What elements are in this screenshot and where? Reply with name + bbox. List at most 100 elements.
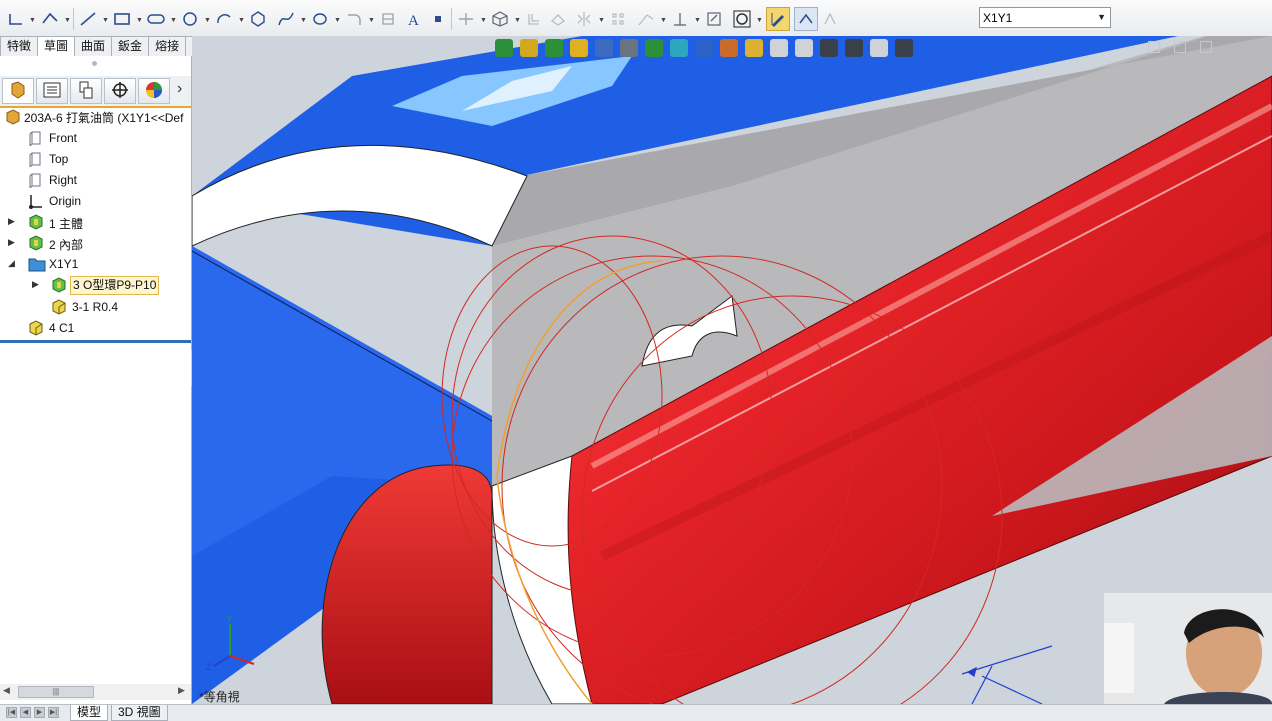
spline-curve-icon[interactable] (276, 9, 296, 29)
text-tool-icon[interactable]: A (404, 9, 424, 29)
corner-rectangle-icon[interactable] (6, 9, 26, 29)
trim-entities-icon[interactable] (456, 9, 476, 29)
scroll-thumb[interactable]: ||| (18, 686, 94, 698)
display-manager-tab[interactable] (138, 78, 170, 104)
linear-pattern-icon[interactable] (608, 9, 628, 29)
mirror-entities-icon[interactable] (574, 9, 594, 29)
edit-appearance-icon[interactable] (670, 39, 688, 57)
chevron-right-icon[interactable]: › (177, 80, 182, 98)
tree-node-label: Right (49, 173, 78, 187)
scroll-left-icon[interactable]: ◀ (3, 685, 10, 696)
move-entities-icon[interactable] (636, 9, 656, 29)
camera-icon[interactable] (870, 39, 888, 57)
fillet-tool-icon[interactable] (344, 9, 364, 29)
plane-tool-icon[interactable] (378, 9, 398, 29)
arc-tool-icon[interactable] (214, 9, 234, 29)
repair-sketch-icon[interactable] (704, 9, 724, 29)
quick-snaps-icon[interactable] (732, 9, 752, 29)
last-tab-icon[interactable]: ▶| (48, 707, 59, 718)
tree-node-label: 3 O型環P9-P10 (70, 276, 160, 295)
point-tool-icon[interactable] (430, 9, 446, 29)
instant2d-icon[interactable] (820, 9, 840, 29)
tab-3d-views[interactable]: 3D 視圖 (111, 705, 168, 721)
expand-icon[interactable]: ▶ (8, 216, 15, 227)
view-orientation-icon[interactable] (595, 39, 613, 57)
polygon-tool-icon[interactable] (248, 9, 268, 29)
scroll-right-icon[interactable]: ▶ (178, 685, 185, 696)
cartoon-icon[interactable] (845, 39, 863, 57)
ellipse-tool-icon[interactable] (310, 9, 330, 29)
slot-tool-icon[interactable] (146, 9, 166, 29)
panel-grip-icon[interactable] (92, 61, 97, 66)
feature-icon (51, 277, 67, 293)
edit-sketch-icon[interactable] (766, 7, 790, 31)
first-tab-icon[interactable]: |◀ (6, 707, 17, 718)
convert-entities-icon[interactable] (490, 9, 510, 29)
graphics-area[interactable]: Y Z *等角視 (192, 36, 1272, 704)
tree-node-label: 2 內部 (49, 238, 84, 252)
tab-sheet-metal[interactable]: 鈑金 (111, 36, 150, 56)
tab-weldments[interactable]: 熔接 (148, 36, 187, 56)
feature-manager-tab[interactable] (2, 78, 34, 104)
surface-offset-icon[interactable] (548, 9, 568, 29)
minimize-icon[interactable] (1148, 41, 1160, 53)
circle-tool-icon[interactable] (180, 9, 200, 29)
rectangle-tool-icon[interactable] (112, 9, 132, 29)
tab-surfaces[interactable]: 曲面 (74, 36, 113, 56)
tree-node-feature-1[interactable]: ▶ 1 主體 (0, 212, 191, 232)
shadows-icon[interactable] (770, 39, 788, 57)
section-view-icon[interactable] (570, 39, 588, 57)
tree-node-feature-3[interactable]: ▶ 3 O型環P9-P10 (0, 275, 191, 295)
feature-manager-icon (9, 80, 27, 102)
relations-icon[interactable] (670, 9, 690, 29)
restore-icon[interactable] (1174, 41, 1186, 53)
previous-view-icon[interactable] (545, 39, 563, 57)
zoom-to-fit-icon[interactable] (495, 39, 513, 57)
chamfer-icon (28, 320, 44, 336)
property-manager-tab[interactable] (36, 78, 68, 104)
configuration-manager-icon (78, 81, 94, 102)
tree-node-label: Origin (49, 194, 82, 208)
rapid-sketch-icon[interactable] (794, 7, 818, 31)
line-tool-icon[interactable] (78, 9, 98, 29)
tree-node-feature-2[interactable]: ▶ 2 內部 (0, 233, 191, 253)
chevron-down-icon[interactable]: ▼ (1097, 12, 1106, 22)
realview-icon[interactable] (745, 39, 763, 57)
next-tab-icon[interactable]: ▶ (34, 707, 45, 718)
tree-node-top-plane[interactable]: Top (0, 149, 191, 169)
ambient-occlusion-icon[interactable] (795, 39, 813, 57)
configuration-manager-tab[interactable] (70, 78, 102, 104)
rollback-bar[interactable] (0, 340, 191, 343)
hide-show-icon[interactable] (645, 39, 663, 57)
offset-entities-icon[interactable] (524, 9, 544, 29)
tree-node-right-plane[interactable]: Right (0, 170, 191, 190)
view-settings-icon[interactable] (720, 39, 738, 57)
render-tools-icon[interactable] (895, 39, 913, 57)
tab-sketch[interactable]: 草圖 (37, 36, 76, 56)
tree-node-label: 3-1 R0.4 (72, 300, 119, 314)
tree-node-origin[interactable]: Origin (0, 191, 191, 211)
zoom-area-icon[interactable] (520, 39, 538, 57)
spline-tool-icon[interactable] (40, 9, 60, 29)
expand-icon[interactable]: ▶ (8, 237, 15, 248)
configuration-select[interactable]: X1Y1 ▼ (979, 7, 1111, 28)
tree-node-fillet[interactable]: 3-1 R0.4 (0, 297, 191, 317)
expand-icon[interactable]: ▶ (32, 279, 39, 290)
origin-icon (28, 193, 44, 209)
tree-horizontal-scrollbar[interactable]: ◀ ||| ▶ (0, 684, 191, 700)
tree-root-part[interactable]: 203A-6 打氣油筒 (X1Y1<<Def (0, 106, 191, 128)
dimxpert-tab[interactable] (104, 78, 136, 104)
prev-tab-icon[interactable]: ◀ (20, 707, 31, 718)
tab-model[interactable]: 模型 (70, 705, 109, 721)
display-style-icon[interactable] (620, 39, 638, 57)
tree-node-chamfer[interactable]: 4 C1 (0, 318, 191, 338)
apply-scene-icon[interactable] (695, 39, 713, 57)
tab-features[interactable]: 特徵 (0, 36, 39, 56)
tree-node-folder-x1y1[interactable]: ◢ X1Y1 (0, 254, 191, 274)
collapse-icon[interactable]: ◢ (8, 258, 15, 269)
perspective-icon[interactable] (820, 39, 838, 57)
tree-node-front-plane[interactable]: Front (0, 128, 191, 148)
maximize-icon[interactable] (1200, 41, 1212, 53)
plane-icon (28, 130, 44, 148)
fillet-icon (51, 299, 67, 315)
